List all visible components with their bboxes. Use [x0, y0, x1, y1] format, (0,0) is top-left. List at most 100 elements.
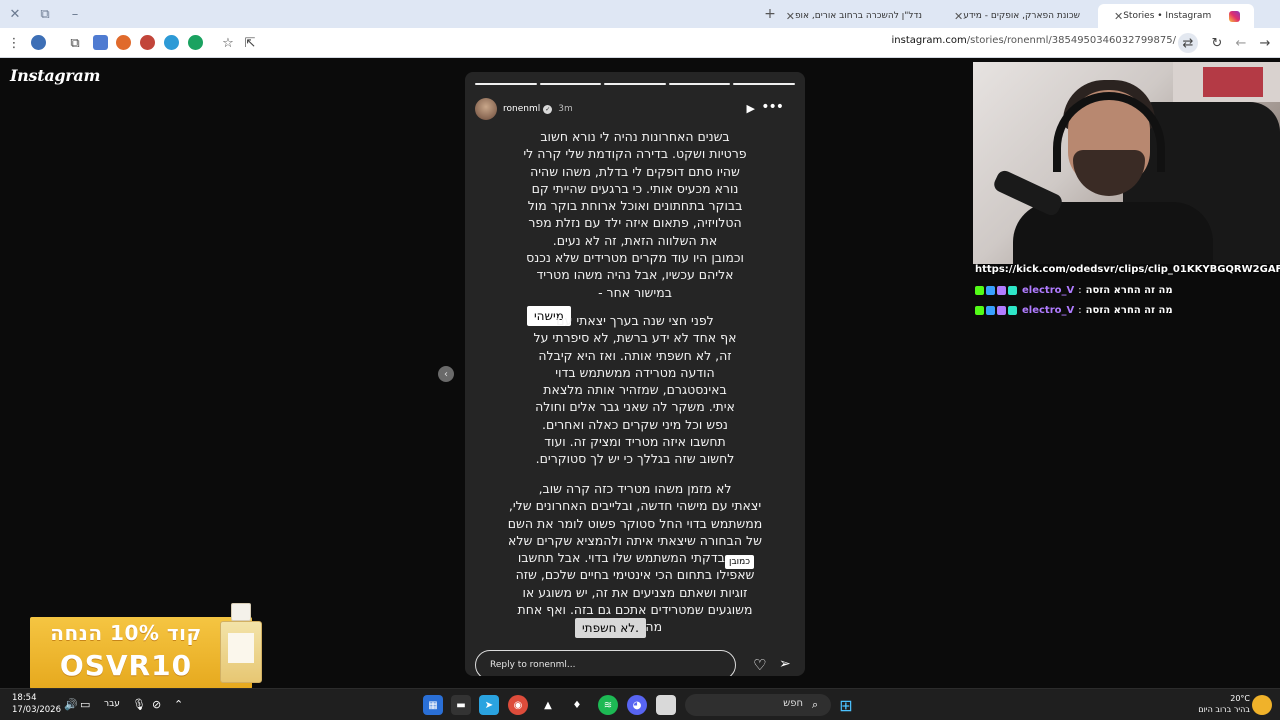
restore-window-icon[interactable]: ⧉ — [30, 0, 60, 28]
story-paragraph-2: לפני חצי שנה בערך יצאתי עם אף אחד לא ידע … — [485, 312, 785, 468]
progress-segment — [539, 83, 602, 85]
verified-badge-icon: ✓ — [543, 104, 553, 114]
story-text-line: הודעה מטרידה ממשתמש בדוי — [555, 364, 715, 380]
reply-input[interactable]: Reply to ronenml... — [475, 650, 736, 676]
story-text-line: פרטיות ושקט. בדירה הקודמת שלי קרה לי — [523, 146, 747, 162]
speaker-icon[interactable]: 🔊 — [64, 698, 78, 711]
story-text-line: בבוקר בתחתונים ואוכל ארוחת בוקר מול — [527, 198, 743, 214]
discord-icon[interactable]: ◕ — [627, 695, 647, 715]
windows-taskbar: 18:54 17/03/2026 🔊 ▭ עבר 🎙 ⊘ ⌃ ▦ ▬ ➤ ◉ ▲… — [0, 688, 1280, 720]
story-text-line: תחשבו איזה מטריד ומציק זה. ועוד — [544, 434, 726, 450]
story-text-line: לחשוב שזה בגללך כי יש לך סטוקרים. — [535, 451, 735, 467]
close-tab-icon[interactable]: ✕ — [1114, 10, 1123, 23]
windows-start-icon[interactable]: ⊞ — [836, 695, 856, 715]
url-bar[interactable]: instagram.com/stories/ronenml/3854950346… — [892, 35, 1176, 46]
extension-screen-icon[interactable] — [93, 35, 108, 50]
sub-badge-icon — [986, 285, 995, 295]
story-paragraph-1: בשנים האחרונות נהיה לי נורא חשוב פרטיות ו… — [485, 128, 785, 301]
sub-badge-icon — [986, 305, 995, 315]
reload-icon[interactable]: ↻ — [1207, 33, 1227, 53]
play-icon[interactable]: ▶ — [747, 102, 755, 115]
extensions-icon[interactable]: ⧉ — [65, 33, 85, 53]
extension-red-icon[interactable] — [140, 35, 155, 50]
vlc-icon[interactable]: ▲ — [538, 695, 558, 715]
search-icon: ⌕ — [812, 698, 819, 711]
progress-segment — [733, 83, 795, 85]
story-text-line: את השלווה הזאת, זה לא נעים. — [552, 232, 718, 248]
story-header: ronenml ✓ 3m ▶ ••• — [475, 96, 795, 122]
promo-banner: קוד 10% הנחה OSVR10 — [30, 603, 262, 689]
mod-badge-icon — [1008, 285, 1017, 295]
story-progress — [475, 83, 795, 85]
windows-start-alt-icon[interactable]: ▦ — [423, 695, 443, 715]
mute-icon[interactable]: ⊘ — [152, 698, 161, 711]
gift-badge-icon — [997, 305, 1006, 315]
story-username[interactable]: ronenml — [503, 104, 540, 114]
forward-icon[interactable]: ← — [1231, 33, 1251, 53]
story-text-line: לא מזמן משהו מטריד כזה קרה שוב, — [538, 481, 732, 496]
story-text-line: בשנים האחרונות נהיה לי נורא חשוב — [540, 129, 730, 144]
microphone-tray-icon[interactable]: 🎙 — [132, 698, 146, 711]
extension-translate-icon[interactable] — [164, 35, 179, 50]
instagram-favicon-icon — [1229, 10, 1240, 22]
kick-badge-icon — [975, 305, 984, 315]
story-text-line: משוגעים שמטרידים אתכם גם בזה. ואף אחת — [517, 602, 753, 618]
close-window-icon[interactable]: ✕ — [0, 0, 30, 28]
browser-tabbar: ✕ ⧉ – + נדל"ן להשכרה ברחוב אורים, אופ ✕ … — [0, 0, 1280, 28]
gift-badge-icon — [997, 285, 1006, 295]
telegram-icon[interactable]: ➤ — [479, 695, 499, 715]
site-settings-icon[interactable]: ⇄ — [1178, 33, 1198, 53]
like-heart-icon[interactable]: ♡ — [753, 656, 766, 674]
profile-avatar-icon[interactable] — [31, 35, 46, 50]
story-text-line: אליהם עכשיו, אבל נהיה משהו מטריד — [536, 267, 734, 283]
story-text-line: איתי. משקר לה שאני גבר אלים וחולה — [535, 399, 735, 415]
kick-badge-icon — [975, 285, 984, 295]
story-text-line: באינסטגרם, שמזהיר אותה מלצאת — [543, 382, 727, 398]
promo-code: OSVR10 — [59, 649, 193, 682]
tab-rent-ofakim[interactable]: נדל"ן להשכרה ברחוב אורים, אופ ✕ — [786, 4, 936, 28]
close-tab-icon[interactable]: ✕ — [954, 10, 963, 23]
mod-badge-icon — [1008, 305, 1017, 315]
network-icon[interactable]: ▭ — [80, 698, 90, 711]
minimize-window-icon[interactable]: – — [60, 0, 90, 28]
promo-discount-text: קוד 10% הנחה — [50, 621, 202, 645]
tab-instagram-stories[interactable]: Stories • Instagram ✕ — [1098, 4, 1254, 28]
app-icon[interactable]: ♦ — [567, 695, 587, 715]
story-text-line: ממשתמש בדוי החל סטוקר פשוט לומר את השם — [507, 515, 763, 531]
weather-sun-icon — [1252, 695, 1272, 715]
chat-message: electro_V : מה זה החרא הזסה — [975, 282, 1280, 298]
menu-icon[interactable]: ⋮ — [4, 33, 24, 53]
clock[interactable]: 18:54 17/03/2026 — [12, 692, 61, 716]
taskbar-search[interactable]: חפש — [685, 694, 831, 716]
streamer-webcam — [973, 62, 1280, 264]
instagram-logo[interactable]: Instagram — [10, 66, 100, 85]
send-icon[interactable]: ➢ — [779, 656, 791, 672]
terminal-icon[interactable]: ▬ — [451, 695, 471, 715]
extension-grammar-icon[interactable] — [188, 35, 203, 50]
perfume-bottle-image — [220, 603, 262, 685]
weather-widget[interactable]: 20°C בהיר ברוב היום — [1198, 693, 1250, 715]
extension-orange-icon[interactable] — [116, 35, 131, 50]
file-explorer-icon[interactable] — [656, 695, 676, 715]
story-text-line: במישור אחר - — [598, 284, 672, 300]
tray-expand-icon[interactable]: ⌃ — [174, 698, 183, 711]
story-text-line: שאפילו בתחום הכי אינטימי בחיים שלכם, שזה — [515, 567, 755, 583]
story-text-line: אף אחד לא ידע ברשת, לא סיפרתי על — [533, 330, 737, 346]
story-age: 3m — [558, 104, 573, 114]
tab-park-neighborhood[interactable]: שכונת הפארק, אופקים - מידע ✕ — [944, 4, 1094, 28]
back-icon[interactable]: → — [1255, 33, 1275, 53]
previous-story-icon[interactable]: ‹ — [438, 366, 454, 382]
bookmark-star-icon[interactable]: ☆ — [218, 33, 238, 53]
close-tab-icon[interactable]: ✕ — [786, 10, 795, 23]
new-tab-button[interactable]: + — [760, 4, 780, 24]
more-options-icon[interactable]: ••• — [761, 99, 784, 115]
story-sticker-did-not-expose: לא חשפתי. — [575, 618, 646, 638]
story-sticker-of-course: כמובן — [725, 555, 754, 569]
avatar[interactable] — [475, 98, 497, 120]
share-icon[interactable]: ⇱ — [240, 33, 260, 53]
language-indicator[interactable]: עבר — [104, 699, 120, 709]
reply-row: Reply to ronenml... ♡ ➢ — [475, 650, 795, 676]
spotify-icon[interactable]: ≋ — [598, 695, 618, 715]
story-text-line: שהיו סתם דופקים לי בדלת, משהו שהיה — [530, 163, 740, 179]
chrome-icon[interactable]: ◉ — [508, 695, 528, 715]
